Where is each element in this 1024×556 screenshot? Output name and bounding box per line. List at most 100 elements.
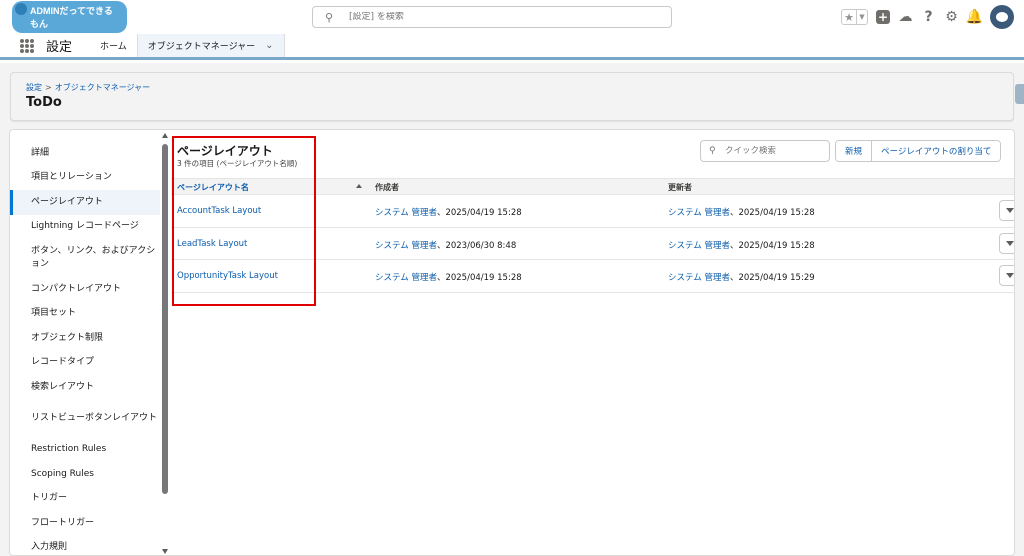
sidebar-item-label: コンパクトレイアウト — [31, 283, 122, 294]
page-layout-assignment-button[interactable]: ページレイアウトの割り当て — [871, 141, 1001, 161]
created-by-cell: システム 管理者、2025/04/19 15:28 — [375, 271, 522, 283]
sidebar-item-label: ページレイアウト — [31, 196, 103, 207]
sidebar-item-triggers[interactable]: トリガー — [10, 487, 170, 512]
scroll-up-arrow-icon[interactable] — [162, 133, 168, 138]
global-search-input[interactable] — [349, 12, 649, 22]
search-icon: ⚲ — [709, 146, 716, 156]
sidebar-item-label: ボタン、リンク、およびアクション — [31, 246, 156, 269]
cloud-icon[interactable]: ☁ — [898, 9, 913, 25]
main-card: 詳細 項目とリレーション ページレイアウト Lightning レコードページ … — [9, 129, 1015, 556]
modified-by-user-link[interactable]: システム 管理者 — [668, 241, 730, 251]
modified-date: 、2025/04/19 15:28 — [729, 240, 815, 251]
header-utility-icons: ★ ▼ + ☁ ? ⚙ 🔔 — [841, 4, 1014, 30]
row-actions-chevron-down-icon[interactable] — [999, 200, 1014, 221]
nav-tab-label: オブジェクトマネージャー — [147, 42, 256, 52]
created-date: 、2023/06/30 8:48 — [436, 240, 517, 251]
sidebar-item-label: レコードタイプ — [31, 357, 95, 368]
sidebar-item-label: フロートリガー — [31, 517, 95, 528]
search-icon: ⚲ — [325, 10, 334, 24]
sort-ascending-icon[interactable] — [356, 184, 362, 188]
sidebar-item-label: 項目セット — [31, 308, 77, 319]
chevron-down-icon[interactable]: ⌄ — [265, 40, 273, 51]
sidebar-item-label: 検索レイアウト — [31, 381, 95, 392]
sidebar-item-lightning-pages[interactable]: Lightning レコードページ — [10, 215, 170, 240]
created-by-cell: システム 管理者、2023/06/30 8:48 — [375, 239, 516, 251]
sidebar-item-label: Lightning レコードページ — [31, 221, 139, 232]
bell-icon[interactable]: 🔔 — [966, 9, 983, 25]
avatar[interactable] — [990, 5, 1014, 29]
breadcrumb-setup[interactable]: 設定 — [26, 83, 42, 92]
sidebar-item-label: 詳細 — [31, 147, 50, 158]
row-actions-chevron-down-icon[interactable] — [999, 232, 1014, 254]
plus-icon[interactable]: + — [876, 10, 890, 24]
created-by-user-link[interactable]: システム 管理者 — [375, 241, 437, 251]
context-nav: 設定 ホーム オブジェクトマネージャー ⌄ — [0, 34, 1024, 60]
object-header: 設定 > オブジェクトマネージャー ToDo — [10, 72, 1014, 121]
sidebar-item-field-sets[interactable]: 項目セット — [10, 302, 170, 327]
breadcrumb-object-manager[interactable]: オブジェクトマネージャー — [55, 83, 150, 92]
sidebar-item-label: 項目とリレーション — [31, 172, 112, 183]
favorites-control[interactable]: ★ ▼ — [841, 9, 868, 25]
sidebar-item-flow-triggers[interactable]: フロートリガー — [10, 511, 170, 536]
sidebar-item-restriction-rules[interactable]: Restriction Rules — [10, 438, 170, 463]
side-panel-toggle[interactable] — [1015, 84, 1024, 104]
star-icon[interactable]: ★ — [842, 10, 856, 24]
sidebar-item-fields[interactable]: 項目とリレーション — [10, 166, 170, 191]
sidebar-item-validation-rules[interactable]: 入力規則 — [10, 536, 170, 556]
modified-by-cell: システム 管理者、2025/04/19 15:28 — [668, 239, 815, 251]
page-layouts-table: ページレイアウト名 作成者 更新者 AccountTask Layout システ… — [171, 178, 1014, 293]
sidebar-item-label: Scoping Rules — [31, 468, 94, 479]
breadcrumb-separator: > — [45, 83, 52, 92]
nav-tab-home[interactable]: ホーム — [90, 34, 137, 57]
app-launcher-icon[interactable] — [20, 38, 34, 53]
created-by-user-link[interactable]: システム 管理者 — [375, 273, 437, 283]
quick-search-input[interactable] — [725, 146, 825, 156]
layout-name-link[interactable]: OpportunityTask Layout — [177, 271, 278, 281]
action-buttons: 新規 ページレイアウトの割り当て — [835, 140, 1002, 162]
layout-name-link[interactable]: AccountTask Layout — [177, 206, 261, 216]
global-search[interactable]: ⚲ — [312, 6, 672, 28]
chevron-down-icon[interactable]: ▼ — [856, 10, 867, 24]
column-header-created-by: 作成者 — [375, 183, 399, 192]
logo-text: ADMINだってできるもん — [12, 1, 127, 33]
table-row: AccountTask Layout システム 管理者、2025/04/19 1… — [171, 195, 1014, 228]
page-layouts-content: ページレイアウト 3 件の項目 (ページレイアウト名順) ⚲ 新規 ページレイア… — [171, 130, 1014, 555]
layout-name-link[interactable]: LeadTask Layout — [177, 239, 247, 249]
sidebar-item-label: Restriction Rules — [31, 444, 107, 455]
scroll-down-arrow-icon[interactable] — [162, 549, 168, 554]
modified-by-cell: システム 管理者、2025/04/19 15:29 — [668, 271, 815, 283]
sidebar-item-label: トリガー — [31, 493, 68, 504]
sidebar-item-details[interactable]: 詳細 — [10, 141, 170, 166]
sidebar-item-list-view-button-layout[interactable]: リストビューボタンレイアウト — [10, 400, 170, 438]
sidebar-item-object-limits[interactable]: オブジェクト制限 — [10, 326, 170, 351]
sidebar-item-scoping-rules[interactable]: Scoping Rules — [10, 462, 170, 487]
modified-by-user-link[interactable]: システム 管理者 — [668, 208, 730, 218]
sidebar-item-label: 入力規則 — [31, 542, 68, 553]
modified-by-user-link[interactable]: システム 管理者 — [668, 273, 730, 283]
sidebar-scrollbar[interactable] — [160, 130, 170, 555]
breadcrumb: 設定 > オブジェクトマネージャー — [26, 82, 150, 93]
modified-date: 、2025/04/19 15:29 — [729, 273, 815, 283]
scroll-thumb[interactable] — [162, 144, 168, 494]
column-header-layout-name[interactable]: ページレイアウト名 — [177, 182, 249, 193]
created-by-user-link[interactable]: システム 管理者 — [375, 208, 437, 218]
sidebar-item-buttons-links-actions[interactable]: ボタン、リンク、およびアクション — [10, 239, 170, 277]
help-icon[interactable]: ? — [921, 9, 936, 25]
page-title: ToDo — [26, 95, 62, 110]
table-row: LeadTask Layout システム 管理者、2023/06/30 8:48… — [171, 228, 1014, 260]
sidebar-item-label: リストビューボタンレイアウト — [31, 413, 158, 423]
gear-icon[interactable]: ⚙ — [944, 9, 959, 25]
sidebar-item-search-layouts[interactable]: 検索レイアウト — [10, 375, 170, 400]
quick-search[interactable]: ⚲ — [700, 140, 830, 162]
new-button[interactable]: 新規 — [836, 141, 872, 161]
sidebar-item-page-layouts[interactable]: ページレイアウト — [10, 190, 170, 215]
sidebar: 詳細 項目とリレーション ページレイアウト Lightning レコードページ … — [10, 130, 170, 556]
app-logo[interactable]: ADMINだってできるもん — [12, 1, 127, 33]
sidebar-item-compact-layouts[interactable]: コンパクトレイアウト — [10, 277, 170, 302]
app-name: 設定 — [46, 40, 73, 55]
nav-tab-label: ホーム — [100, 42, 127, 52]
nav-tab-object-manager[interactable]: オブジェクトマネージャー ⌄ — [136, 34, 285, 57]
sidebar-item-label: オブジェクト制限 — [31, 332, 104, 343]
row-actions-chevron-down-icon[interactable] — [999, 265, 1014, 286]
sidebar-item-record-types[interactable]: レコードタイプ — [10, 351, 170, 376]
